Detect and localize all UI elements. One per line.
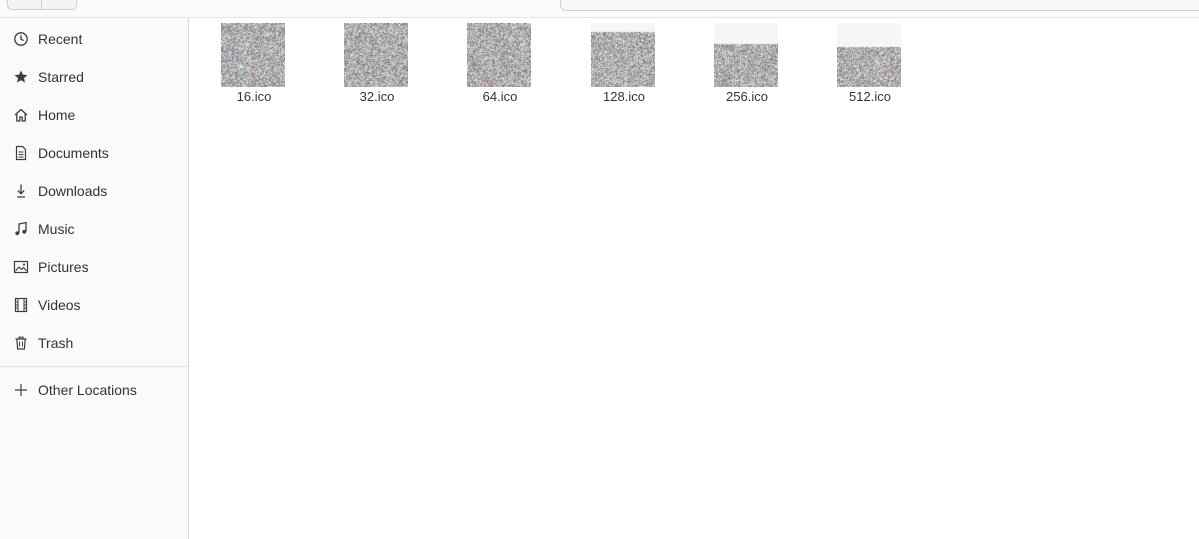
- sidebar-item-pictures[interactable]: Pictures: [0, 248, 188, 286]
- file-name: 256.ico: [692, 89, 802, 105]
- file-thumbnail: [714, 23, 778, 87]
- clock-icon: [13, 31, 29, 47]
- file-item[interactable]: 64.ico: [445, 23, 555, 111]
- image-icon: [13, 259, 29, 275]
- file-item[interactable]: 256.ico: [692, 23, 802, 111]
- sidebar-item-home[interactable]: Home: [0, 96, 188, 134]
- file-name: 128.ico: [569, 89, 679, 105]
- file-item[interactable]: 32.ico: [322, 23, 432, 111]
- sidebar-item-downloads[interactable]: Downloads: [0, 172, 188, 210]
- music-note-icon: [13, 221, 29, 237]
- sidebar-item-label: Trash: [38, 335, 73, 351]
- file-item[interactable]: 16.ico: [199, 23, 309, 111]
- sidebar-item-label: Starred: [38, 69, 84, 85]
- plus-icon: [13, 382, 29, 398]
- sidebar-item-music[interactable]: Music: [0, 210, 188, 248]
- file-thumbnail: [837, 23, 901, 87]
- sidebar-item-other-locations[interactable]: Other Locations: [0, 371, 188, 409]
- navigation-buttons: [7, 0, 77, 10]
- file-thumbnail: [467, 23, 531, 87]
- trash-icon: [13, 335, 29, 351]
- sidebar-item-starred[interactable]: Starred: [0, 58, 188, 96]
- home-icon: [13, 107, 29, 123]
- sidebar-item-label: Documents: [38, 145, 109, 161]
- sidebar-item-label: Recent: [38, 31, 82, 47]
- file-thumbnail: [344, 23, 408, 87]
- sidebar-item-label: Downloads: [38, 183, 107, 199]
- forward-button[interactable]: [42, 0, 76, 9]
- star-icon: [13, 69, 29, 85]
- film-icon: [13, 297, 29, 313]
- path-bar[interactable]: [560, 0, 1199, 11]
- sidebar-item-videos[interactable]: Videos: [0, 286, 188, 324]
- file-name: 32.ico: [322, 89, 432, 105]
- file-view: 16.ico 32.ico 64.ico 128.ico 256.ico 512…: [189, 18, 1199, 539]
- back-button[interactable]: [8, 0, 41, 9]
- sidebar-item-label: Music: [38, 221, 75, 237]
- file-thumbnail: [221, 23, 285, 87]
- sidebar-item-label: Videos: [38, 297, 81, 313]
- sidebar-item-label: Other Locations: [38, 382, 137, 398]
- sidebar-item-recent[interactable]: Recent: [0, 20, 188, 58]
- sidebar-item-label: Pictures: [38, 259, 89, 275]
- sidebar-item-label: Home: [38, 107, 75, 123]
- file-name: 512.ico: [815, 89, 925, 105]
- sidebar-item-trash[interactable]: Trash: [0, 324, 188, 362]
- file-name: 64.ico: [445, 89, 555, 105]
- file-item[interactable]: 128.ico: [569, 23, 679, 111]
- header-bar: [0, 0, 1199, 18]
- download-icon: [13, 183, 29, 199]
- sidebar: Recent Starred Home Documents Downloads …: [0, 18, 189, 539]
- sidebar-item-documents[interactable]: Documents: [0, 134, 188, 172]
- file-name: 16.ico: [199, 89, 309, 105]
- file-item[interactable]: 512.ico: [815, 23, 925, 111]
- file-thumbnail: [591, 23, 655, 87]
- sidebar-separator: [0, 366, 188, 367]
- document-icon: [13, 145, 29, 161]
